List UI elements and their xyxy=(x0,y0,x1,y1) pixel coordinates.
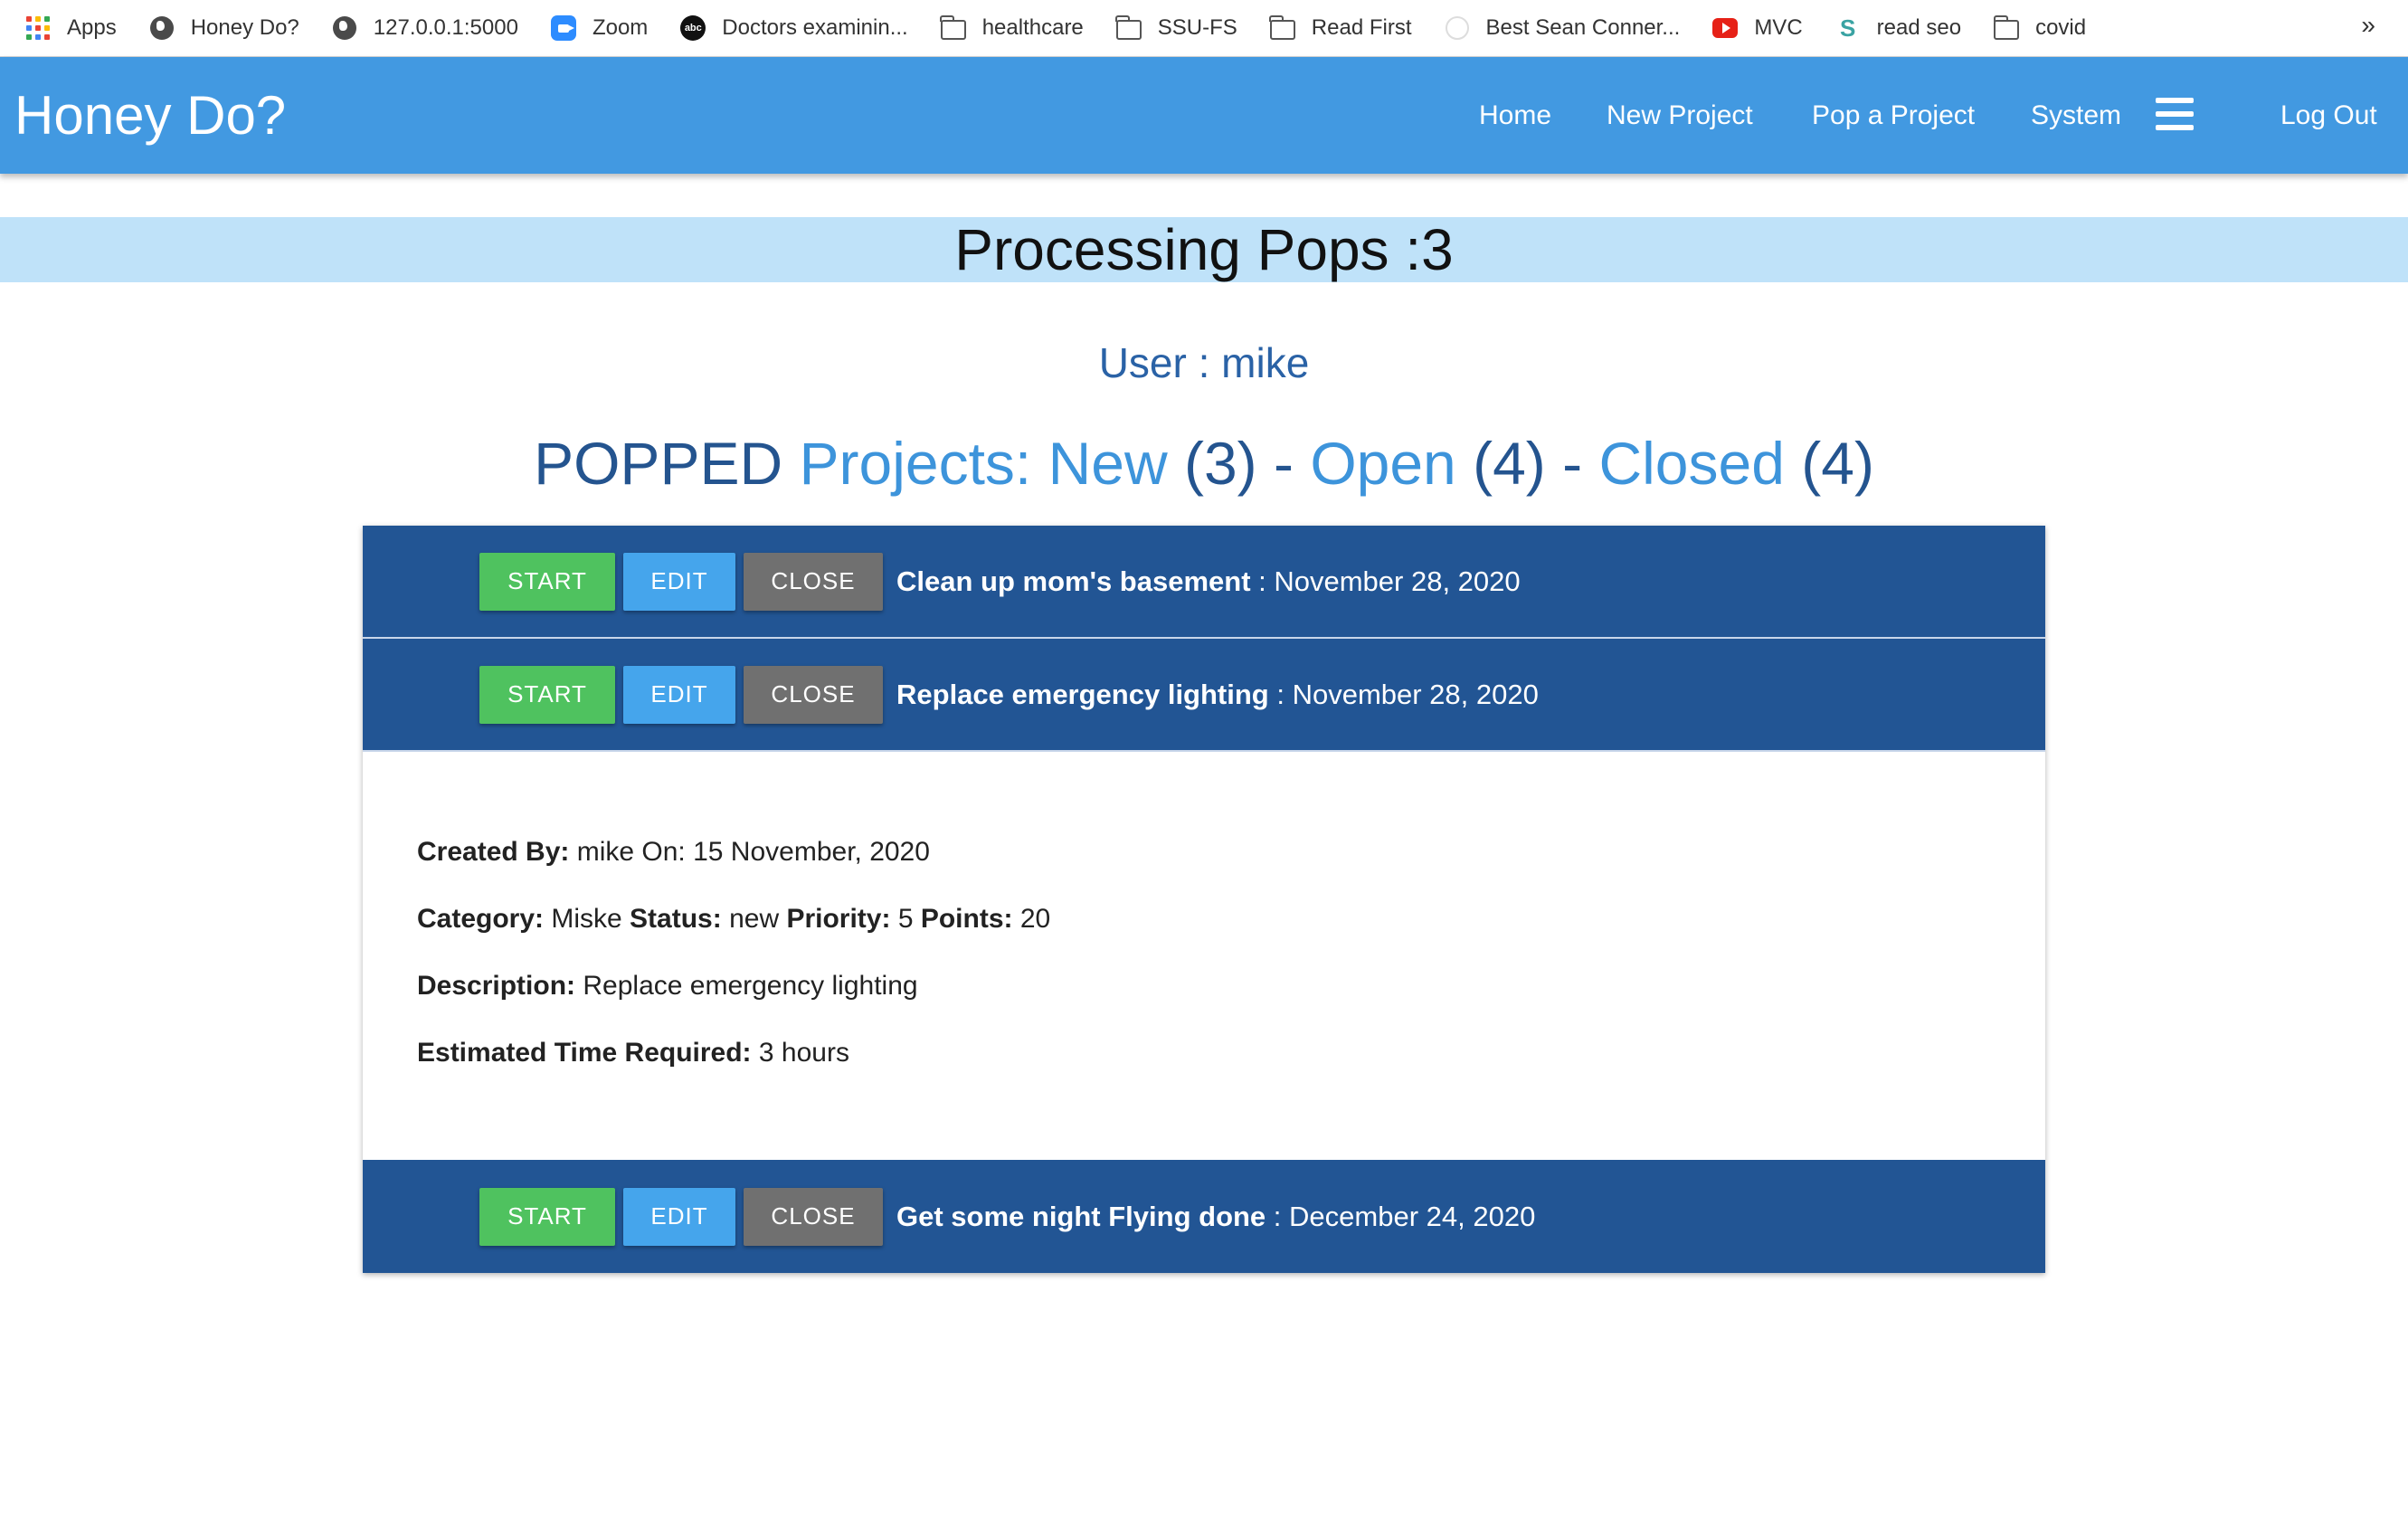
summary-separator: - xyxy=(1273,430,1294,497)
detail-label: Category: xyxy=(417,904,545,934)
bookmark-label: Best Sean Conner... xyxy=(1485,15,1681,40)
bookmark-label: SSU-FS xyxy=(1157,15,1237,40)
folder-icon xyxy=(1269,15,1295,41)
project-detail-panel: Created By: mike On: 15 November, 2020 C… xyxy=(363,752,2045,1160)
close-button[interactable]: CLOSE xyxy=(744,665,883,724)
nav-pop-project[interactable]: Pop a Project xyxy=(1812,100,1975,131)
bookmark-label: Apps xyxy=(67,15,117,40)
bookmarks-overflow-button[interactable]: » xyxy=(2361,11,2375,40)
bookmark-healthcare[interactable]: healthcare xyxy=(940,15,1084,41)
project-name: Get some night Flying done xyxy=(896,1200,1266,1232)
summary-popped: POPPED xyxy=(534,430,783,497)
detail-value: 5 xyxy=(890,904,921,934)
detail-value: 3 hours xyxy=(751,1038,849,1068)
project-row[interactable]: START EDIT CLOSE Clean up mom's basement… xyxy=(363,526,2045,639)
nav-system[interactable]: System xyxy=(2031,100,2121,131)
user-line: User : mike xyxy=(1098,339,1310,386)
navbar: Honey Do? Home New Project Pop a Project… xyxy=(0,57,2408,174)
detail-value: Miske xyxy=(544,904,630,934)
detail-created: Created By: mike On: 15 November, 2020 xyxy=(417,838,2045,866)
s-icon: S xyxy=(1839,14,1856,42)
project-date: : November 28, 2020 xyxy=(1268,678,1539,710)
folder-icon xyxy=(1115,15,1142,41)
project-title[interactable]: Clean up mom's basement : November 28, 2… xyxy=(896,565,1521,598)
summary-separator: - xyxy=(1562,430,1583,497)
abc-news-icon: abc xyxy=(680,15,706,41)
folder-icon xyxy=(940,15,966,41)
bookmark-label: healthcare xyxy=(981,15,1084,40)
summary-new-link[interactable]: Projects: New xyxy=(800,430,1168,497)
edit-button[interactable]: EDIT xyxy=(623,552,735,611)
project-list: START EDIT CLOSE Clean up mom's basement… xyxy=(363,526,2045,1273)
bookmark-mvc[interactable]: MVC xyxy=(1712,15,1803,41)
nav-logout[interactable]: Log Out xyxy=(2280,100,2377,131)
project-date: : December 24, 2020 xyxy=(1266,1200,1536,1232)
project-name: Clean up mom's basement xyxy=(896,565,1251,597)
detail-label: Estimated Time Required: xyxy=(417,1038,752,1068)
detail-description: Description: Replace emergency lighting xyxy=(417,972,2045,1000)
edit-button[interactable]: EDIT xyxy=(623,665,735,724)
bookmark-label: Zoom xyxy=(592,15,649,40)
start-button[interactable]: START xyxy=(479,1187,615,1246)
bookmark-label: 127.0.0.1:5000 xyxy=(373,15,518,40)
bookmark-read-seo[interactable]: S read seo xyxy=(1835,14,1962,42)
detail-value: new xyxy=(721,904,787,934)
detail-label: Created By: xyxy=(417,837,570,867)
folder-icon xyxy=(1993,15,2020,41)
summary-open-count: (4) xyxy=(1473,430,1546,497)
bookmark-label: read seo xyxy=(1876,15,1962,40)
zoom-icon xyxy=(550,15,576,41)
project-name: Replace emergency lighting xyxy=(896,678,1269,710)
nav-new-project[interactable]: New Project xyxy=(1607,100,1753,131)
summary-closed-count: (4) xyxy=(1801,430,1874,497)
detail-label: Description: xyxy=(417,971,576,1001)
detail-estimate: Estimated Time Required: 3 hours xyxy=(417,1039,2045,1067)
summary-new-count: (3) xyxy=(1183,430,1257,497)
bookmark-apps[interactable]: Apps xyxy=(25,15,117,41)
edit-button[interactable]: EDIT xyxy=(623,1187,735,1246)
close-button[interactable]: CLOSE xyxy=(744,552,883,611)
detail-label: Points: xyxy=(920,904,1013,934)
bookmark-label: covid xyxy=(2035,15,2087,40)
nav-home[interactable]: Home xyxy=(1479,100,1551,131)
bookmark-sean-connery[interactable]: Best Sean Conner... xyxy=(1445,15,1681,41)
bookmark-zoom[interactable]: Zoom xyxy=(550,15,649,41)
start-button[interactable]: START xyxy=(479,665,615,724)
bookmark-doctors[interactable]: abc Doctors examinin... xyxy=(680,15,908,41)
detail-value: mike On: 15 November, 2020 xyxy=(569,837,930,867)
globe-icon xyxy=(332,15,357,41)
detail-label: Priority: xyxy=(786,904,891,934)
youtube-icon xyxy=(1712,15,1739,41)
start-button[interactable]: START xyxy=(479,552,615,611)
bookmark-read-first[interactable]: Read First xyxy=(1269,15,1412,41)
project-row[interactable]: START EDIT CLOSE Get some night Flying d… xyxy=(363,1160,2045,1273)
detail-meta: Category: Miske Status: new Priority: 5 … xyxy=(417,905,2045,933)
bookmark-label: Read First xyxy=(1311,15,1412,40)
detail-value: Replace emergency lighting xyxy=(575,971,918,1001)
summary-open-link[interactable]: Open xyxy=(1310,430,1455,497)
summary-closed-link[interactable]: Closed xyxy=(1598,430,1784,497)
close-button[interactable]: CLOSE xyxy=(744,1187,883,1246)
projects-summary: POPPED Projects: New (3) - Open (4) - Cl… xyxy=(0,429,2408,498)
project-date: : November 28, 2020 xyxy=(1250,565,1521,597)
brand-title[interactable]: Honey Do? xyxy=(14,84,286,147)
project-title[interactable]: Get some night Flying done : December 24… xyxy=(896,1201,1535,1233)
bookmark-ssu-fs[interactable]: SSU-FS xyxy=(1115,15,1237,41)
globe-icon xyxy=(149,15,175,41)
bookmark-label: Doctors examinin... xyxy=(722,15,908,40)
menu-icon[interactable] xyxy=(2156,98,2194,130)
detail-label: Status: xyxy=(630,904,722,934)
apps-grid-icon xyxy=(25,15,51,41)
project-row[interactable]: START EDIT CLOSE Replace emergency light… xyxy=(363,639,2045,752)
detail-value: 20 xyxy=(1012,904,1051,934)
bookmarks-bar: Apps Honey Do? 127.0.0.1:5000 Zoom abc D… xyxy=(0,0,2408,57)
bookmark-label: Honey Do? xyxy=(190,15,299,40)
bookmark-label: MVC xyxy=(1754,15,1803,40)
bookmark-covid[interactable]: covid xyxy=(1993,15,2087,41)
page-title: Processing Pops :3 xyxy=(0,217,2408,282)
nyt-icon xyxy=(1445,15,1470,41)
bookmark-honey-do[interactable]: Honey Do? xyxy=(149,15,299,41)
bookmark-localhost[interactable]: 127.0.0.1:5000 xyxy=(332,15,518,41)
project-title[interactable]: Replace emergency lighting : November 28… xyxy=(896,679,1539,711)
